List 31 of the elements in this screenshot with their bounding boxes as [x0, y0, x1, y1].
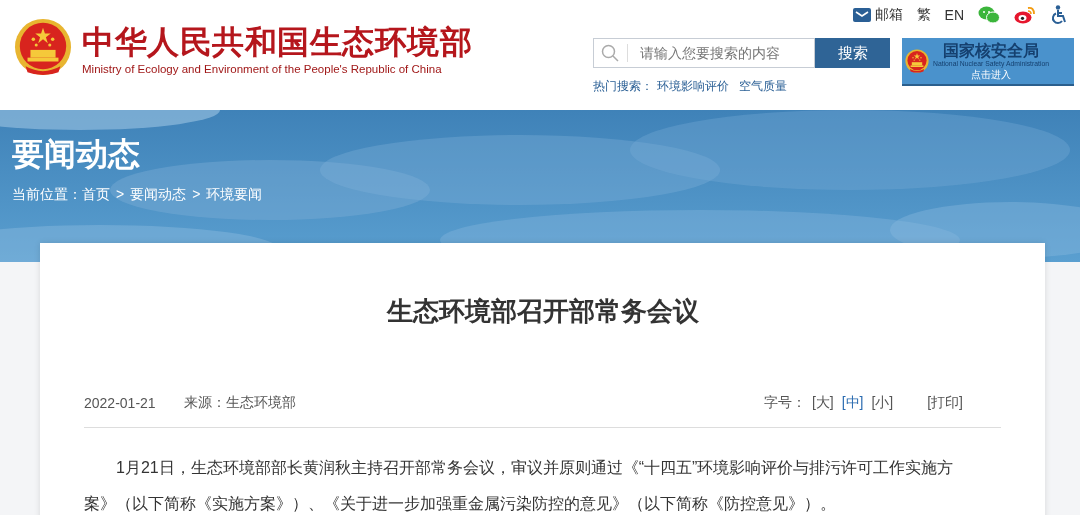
search-field[interactable]: 请输入您要搜索的内容 [593, 38, 815, 68]
search-button[interactable]: 搜索 [815, 38, 890, 68]
hot-search-label: 热门搜索： [593, 78, 653, 95]
site-subtitle: Ministry of Ecology and Environment of the People's Republic of China [82, 63, 443, 75]
font-size-option[interactable]: [大] [811, 394, 834, 412]
font-size-option[interactable]: [中] [841, 394, 864, 412]
nnsa-title: 国家核安全局 [943, 41, 1039, 60]
weibo-icon[interactable] [1014, 6, 1036, 24]
font-size-label: 字号： [763, 394, 806, 412]
accessibility-icon[interactable] [1050, 5, 1068, 25]
publish-date: 2022-01-21 [84, 395, 156, 411]
breadcrumb-separator: > [192, 186, 201, 204]
mail-icon[interactable] [852, 8, 871, 22]
article-title: 生态环境部召开部常务会议 [385, 295, 700, 328]
hot-search-link[interactable]: 环境影响评价 [657, 78, 729, 95]
page-title: 要闻动态 [12, 135, 141, 174]
font-size-option[interactable]: [小] [871, 394, 894, 412]
breadcrumb-label: 当前位置： [12, 186, 82, 204]
breadcrumb-separator: > [116, 186, 125, 204]
search-icon [601, 44, 619, 62]
national-emblem-icon [14, 18, 72, 76]
article-paragraph: 1月21日，生态环境部部长黄润秋主持召开部常务会议，审议并原则通过《“十四五”环境影响评价与排污许可工作实施方案》（以下简称《实施方案》）、《关于进一步加强重金属污染防控的意见》（以下简称《防控意见》）。 [84, 458, 955, 514]
print-link[interactable]: [打印] [927, 394, 963, 412]
language-link[interactable]: EN [944, 7, 964, 23]
site-title: 中华人民共和国生态环境部 [82, 23, 472, 62]
article-source: 来源：生态环境部 [183, 394, 296, 412]
national-emblem-icon [905, 49, 929, 73]
mail-link[interactable]: 邮箱 [874, 6, 903, 24]
language-link[interactable]: 繁 [916, 6, 931, 24]
wechat-icon[interactable] [978, 6, 1000, 24]
hot-search-link[interactable]: 空气质量 [739, 78, 787, 95]
